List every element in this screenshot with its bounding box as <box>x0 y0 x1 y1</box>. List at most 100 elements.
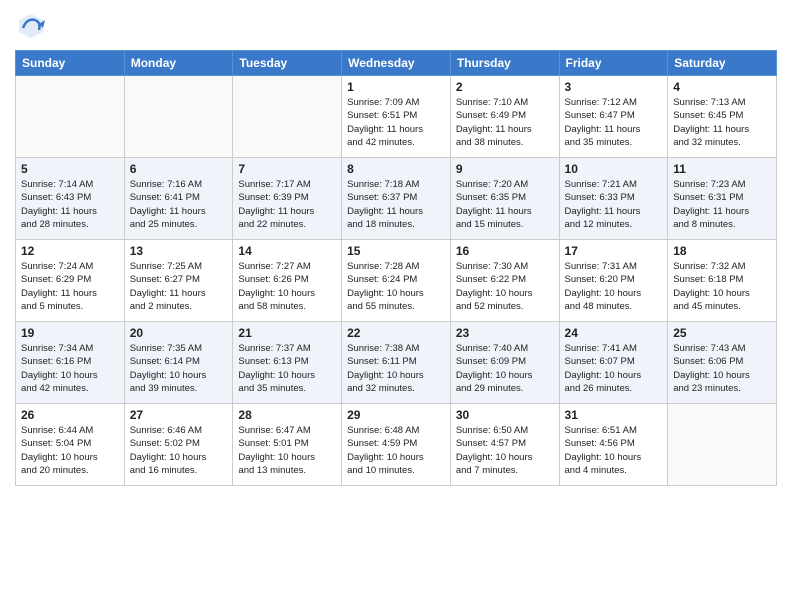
day-info: Sunrise: 7:38 AM Sunset: 6:11 PM Dayligh… <box>347 342 445 395</box>
day-number: 1 <box>347 80 445 94</box>
day-info: Sunrise: 7:28 AM Sunset: 6:24 PM Dayligh… <box>347 260 445 313</box>
calendar-week-row: 26 Sunrise: 6:44 AM Sunset: 5:04 PM Dayli… <box>16 404 777 486</box>
day-info: Sunrise: 7:43 AM Sunset: 6:06 PM Dayligh… <box>673 342 771 395</box>
day-number: 29 <box>347 408 445 422</box>
day-number: 30 <box>456 408 554 422</box>
day-info: Sunrise: 7:24 AM Sunset: 6:29 PM Dayligh… <box>21 260 119 313</box>
calendar-cell <box>16 76 125 158</box>
calendar-cell: 28 Sunrise: 6:47 AM Sunset: 5:01 PM Dayli… <box>233 404 342 486</box>
day-info: Sunrise: 7:12 AM Sunset: 6:47 PM Dayligh… <box>565 96 663 149</box>
calendar-cell <box>668 404 777 486</box>
calendar-header-wednesday: Wednesday <box>342 51 451 76</box>
calendar-cell: 16Sunrise: 7:30 AM Sunset: 6:22 PM Dayli… <box>450 240 559 322</box>
calendar-cell: 9Sunrise: 7:20 AM Sunset: 6:35 PM Daylig… <box>450 158 559 240</box>
calendar-cell: 14 Sunrise: 7:27 AM Sunset: 6:26 PM Dayli… <box>233 240 342 322</box>
day-info: Sunrise: 7:16 AM Sunset: 6:41 PM Dayligh… <box>130 178 228 231</box>
calendar-cell: 31 Sunrise: 6:51 AM Sunset: 4:56 PM Dayli… <box>559 404 668 486</box>
calendar-cell: 27 Sunrise: 6:46 AM Sunset: 5:02 PM Dayli… <box>124 404 233 486</box>
calendar-cell: 17Sunrise: 7:31 AM Sunset: 6:20 PM Dayli… <box>559 240 668 322</box>
day-info: Sunrise: 7:25 AM Sunset: 6:27 PM Dayligh… <box>130 260 228 313</box>
day-info: Sunrise: 7:21 AM Sunset: 6:33 PM Dayligh… <box>565 178 663 231</box>
calendar-cell: 7 Sunrise: 7:17 AM Sunset: 6:39 PM Daylig… <box>233 158 342 240</box>
day-info: Sunrise: 7:41 AM Sunset: 6:07 PM Dayligh… <box>565 342 663 395</box>
day-number: 8 <box>347 162 445 176</box>
day-info: Sunrise: 7:40 AM Sunset: 6:09 PM Dayligh… <box>456 342 554 395</box>
day-number: 26 <box>21 408 119 422</box>
calendar-table: SundayMondayTuesdayWednesdayThursdayFrid… <box>15 50 777 486</box>
calendar-week-row: 5 Sunrise: 7:14 AM Sunset: 6:43 PM Daylig… <box>16 158 777 240</box>
calendar-header-thursday: Thursday <box>450 51 559 76</box>
day-info: Sunrise: 7:34 AM Sunset: 6:16 PM Dayligh… <box>21 342 119 395</box>
calendar-cell <box>233 76 342 158</box>
day-number: 18 <box>673 244 771 258</box>
calendar-cell: 18 Sunrise: 7:32 AM Sunset: 6:18 PM Dayli… <box>668 240 777 322</box>
calendar-cell: 30 Sunrise: 6:50 AM Sunset: 4:57 PM Dayli… <box>450 404 559 486</box>
day-info: Sunrise: 6:48 AM Sunset: 4:59 PM Dayligh… <box>347 424 445 477</box>
day-info: Sunrise: 7:37 AM Sunset: 6:13 PM Dayligh… <box>238 342 336 395</box>
day-number: 10 <box>565 162 663 176</box>
day-info: Sunrise: 7:27 AM Sunset: 6:26 PM Dayligh… <box>238 260 336 313</box>
calendar-cell: 20Sunrise: 7:35 AM Sunset: 6:14 PM Dayli… <box>124 322 233 404</box>
calendar-cell: 15 Sunrise: 7:28 AM Sunset: 6:24 PM Dayli… <box>342 240 451 322</box>
calendar-cell: 5 Sunrise: 7:14 AM Sunset: 6:43 PM Daylig… <box>16 158 125 240</box>
day-number: 6 <box>130 162 228 176</box>
day-number: 31 <box>565 408 663 422</box>
day-number: 5 <box>21 162 119 176</box>
day-number: 22 <box>347 326 445 340</box>
day-info: Sunrise: 6:51 AM Sunset: 4:56 PM Dayligh… <box>565 424 663 477</box>
day-number: 3 <box>565 80 663 94</box>
day-number: 7 <box>238 162 336 176</box>
day-info: Sunrise: 7:32 AM Sunset: 6:18 PM Dayligh… <box>673 260 771 313</box>
day-number: 4 <box>673 80 771 94</box>
day-info: Sunrise: 7:23 AM Sunset: 6:31 PM Dayligh… <box>673 178 771 231</box>
calendar-cell: 4 Sunrise: 7:13 AM Sunset: 6:45 PM Daylig… <box>668 76 777 158</box>
calendar-cell: 10 Sunrise: 7:21 AM Sunset: 6:33 PM Dayli… <box>559 158 668 240</box>
day-number: 27 <box>130 408 228 422</box>
calendar-cell: 1Sunrise: 7:09 AM Sunset: 6:51 PM Daylig… <box>342 76 451 158</box>
day-info: Sunrise: 7:18 AM Sunset: 6:37 PM Dayligh… <box>347 178 445 231</box>
calendar-cell: 26 Sunrise: 6:44 AM Sunset: 5:04 PM Dayli… <box>16 404 125 486</box>
logo <box>15 10 51 42</box>
day-number: 17 <box>565 244 663 258</box>
day-number: 11 <box>673 162 771 176</box>
day-info: Sunrise: 7:14 AM Sunset: 6:43 PM Dayligh… <box>21 178 119 231</box>
calendar-header-monday: Monday <box>124 51 233 76</box>
day-number: 28 <box>238 408 336 422</box>
day-number: 24 <box>565 326 663 340</box>
day-info: Sunrise: 6:50 AM Sunset: 4:57 PM Dayligh… <box>456 424 554 477</box>
day-info: Sunrise: 7:10 AM Sunset: 6:49 PM Dayligh… <box>456 96 554 149</box>
calendar-cell: 8 Sunrise: 7:18 AM Sunset: 6:37 PM Daylig… <box>342 158 451 240</box>
calendar-cell: 13 Sunrise: 7:25 AM Sunset: 6:27 PM Dayli… <box>124 240 233 322</box>
calendar-cell: 24 Sunrise: 7:41 AM Sunset: 6:07 PM Dayli… <box>559 322 668 404</box>
day-number: 12 <box>21 244 119 258</box>
calendar-cell: 6 Sunrise: 7:16 AM Sunset: 6:41 PM Daylig… <box>124 158 233 240</box>
day-number: 14 <box>238 244 336 258</box>
calendar-cell: 29 Sunrise: 6:48 AM Sunset: 4:59 PM Dayli… <box>342 404 451 486</box>
calendar-week-row: 12 Sunrise: 7:24 AM Sunset: 6:29 PM Dayli… <box>16 240 777 322</box>
day-number: 19 <box>21 326 119 340</box>
calendar-cell: 25 Sunrise: 7:43 AM Sunset: 6:06 PM Dayli… <box>668 322 777 404</box>
day-info: Sunrise: 6:46 AM Sunset: 5:02 PM Dayligh… <box>130 424 228 477</box>
day-info: Sunrise: 6:44 AM Sunset: 5:04 PM Dayligh… <box>21 424 119 477</box>
day-info: Sunrise: 7:30 AM Sunset: 6:22 PM Dayligh… <box>456 260 554 313</box>
page-header <box>15 10 777 42</box>
day-number: 25 <box>673 326 771 340</box>
calendar-cell: 22 Sunrise: 7:38 AM Sunset: 6:11 PM Dayli… <box>342 322 451 404</box>
calendar-header-friday: Friday <box>559 51 668 76</box>
calendar-cell: 19 Sunrise: 7:34 AM Sunset: 6:16 PM Dayli… <box>16 322 125 404</box>
day-number: 2 <box>456 80 554 94</box>
logo-icon <box>15 10 47 42</box>
day-number: 23 <box>456 326 554 340</box>
day-info: Sunrise: 7:17 AM Sunset: 6:39 PM Dayligh… <box>238 178 336 231</box>
day-number: 15 <box>347 244 445 258</box>
calendar-week-row: 19 Sunrise: 7:34 AM Sunset: 6:16 PM Dayli… <box>16 322 777 404</box>
day-number: 20 <box>130 326 228 340</box>
day-number: 21 <box>238 326 336 340</box>
day-info: Sunrise: 6:47 AM Sunset: 5:01 PM Dayligh… <box>238 424 336 477</box>
day-number: 13 <box>130 244 228 258</box>
calendar-header-tuesday: Tuesday <box>233 51 342 76</box>
day-info: Sunrise: 7:20 AM Sunset: 6:35 PM Dayligh… <box>456 178 554 231</box>
calendar-cell: 21 Sunrise: 7:37 AM Sunset: 6:13 PM Dayli… <box>233 322 342 404</box>
day-info: Sunrise: 7:13 AM Sunset: 6:45 PM Dayligh… <box>673 96 771 149</box>
calendar-week-row: 1Sunrise: 7:09 AM Sunset: 6:51 PM Daylig… <box>16 76 777 158</box>
